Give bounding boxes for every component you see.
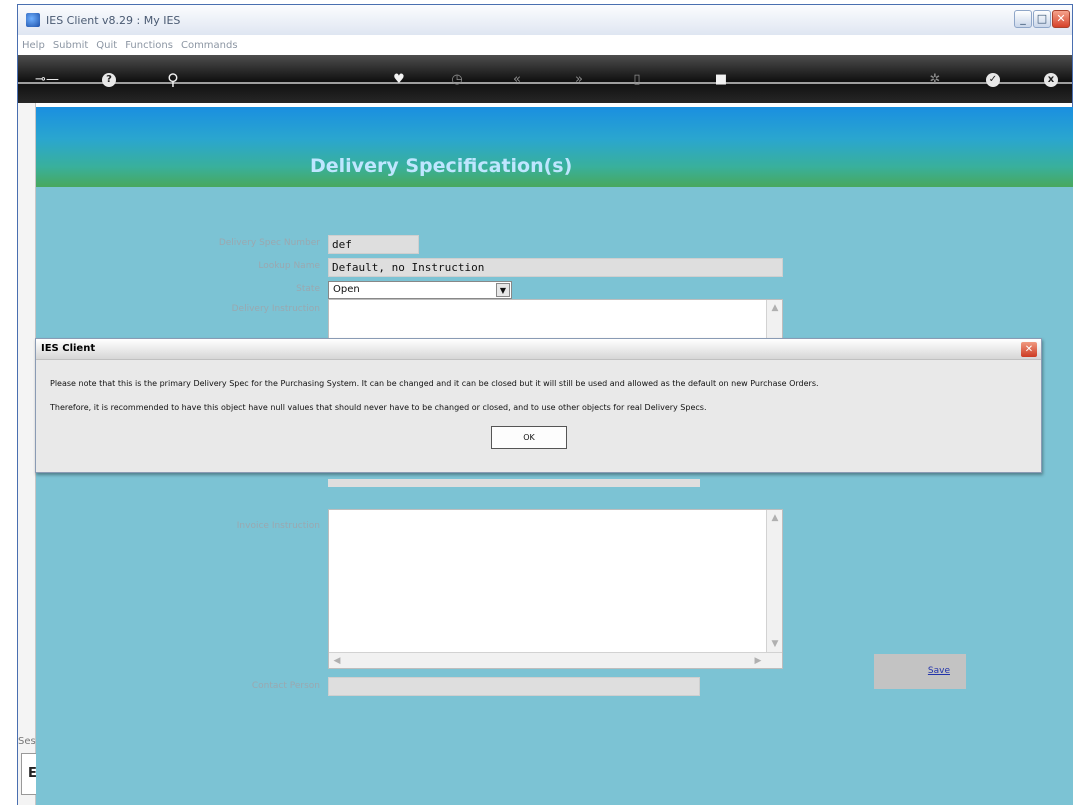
side-panel (18, 103, 36, 805)
dialog-title: IES Client (41, 343, 96, 354)
menu-commands[interactable]: Commands (181, 40, 238, 51)
lookup-name-field[interactable]: Default, no Instruction (328, 258, 783, 277)
invoice-vertical-scrollbar[interactable]: ▲ ▼ (766, 510, 782, 652)
side-label: Ses (18, 736, 36, 747)
dialog-close-button[interactable]: ✕ (1021, 342, 1037, 357)
app-icon (26, 13, 40, 27)
save-button[interactable]: Save (928, 666, 950, 676)
contact-person-field[interactable] (328, 677, 700, 696)
scroll-left-icon[interactable]: ◀ (330, 654, 344, 668)
help-icon[interactable]: ? (94, 68, 124, 92)
stop-icon[interactable]: ■ (706, 68, 736, 92)
check-icon[interactable]: ✓ (978, 68, 1008, 92)
toolbar: ⊸— ? ⚲ ♥ ◷ « » ▯ ■ ✲ ✓ x (18, 55, 1072, 103)
scroll-up-icon[interactable]: ▲ (768, 301, 782, 315)
spec-number-field[interactable]: def (328, 235, 419, 254)
settings-icon[interactable]: ✲ (920, 68, 950, 92)
invoice-instruction-textarea[interactable]: ▲ ▼ ◀ ▶ (328, 509, 783, 669)
contact-person-label: Contact Person (251, 681, 320, 691)
forward-icon[interactable]: » (564, 68, 594, 92)
menu-help[interactable]: Help (22, 40, 45, 51)
side-box[interactable]: E (21, 753, 37, 795)
save-panel: Save (874, 654, 966, 689)
document-icon[interactable]: ▯ (622, 68, 652, 92)
maximize-button[interactable]: □ (1033, 10, 1051, 28)
window-close-button[interactable]: ✕ (1052, 10, 1070, 28)
spec-number-label: Delivery Spec Number (218, 238, 320, 248)
hidden-field[interactable] (328, 479, 700, 487)
key-icon[interactable]: ⊸— (32, 68, 62, 92)
menu-quit[interactable]: Quit (96, 40, 117, 51)
delivery-instruction-label: Delivery Instruction (231, 304, 320, 314)
scroll-up-icon[interactable]: ▲ (768, 511, 782, 525)
chevron-down-icon[interactable]: ▼ (496, 283, 510, 297)
rewind-icon[interactable]: « (502, 68, 532, 92)
clock-icon[interactable]: ◷ (442, 68, 472, 92)
scroll-right-icon[interactable]: ▶ (751, 654, 765, 668)
heart-icon[interactable]: ♥ (384, 68, 414, 92)
search-icon[interactable]: ⚲ (158, 68, 188, 92)
state-label: State (296, 284, 320, 294)
menu-submit[interactable]: Submit (53, 40, 88, 51)
menu-functions[interactable]: Functions (125, 40, 173, 51)
dialog-message-2: Therefore, it is recommended to have thi… (50, 403, 707, 412)
dialog-title-bar: IES Client ✕ (36, 339, 1041, 360)
window-title: IES Client v8.29 : My IES (46, 13, 181, 27)
state-value: Open (333, 284, 360, 295)
dialog-message-1: Please note that this is the primary Del… (50, 379, 819, 388)
invoice-instruction-label: Invoice Instruction (236, 521, 320, 531)
ok-button[interactable]: OK (491, 426, 567, 449)
scroll-down-icon[interactable]: ▼ (768, 637, 782, 651)
title-bar: IES Client v8.29 : My IES _ □ ✕ (18, 5, 1072, 35)
invoice-horizontal-scrollbar[interactable]: ◀ ▶ (329, 652, 782, 668)
minimize-button[interactable]: _ (1014, 10, 1032, 28)
menu-bar: Help Submit Quit Functions Commands (18, 35, 1072, 55)
message-dialog: IES Client ✕ Please note that this is th… (35, 338, 1042, 473)
page-title: Delivery Specification(s) (310, 155, 573, 177)
lookup-name-label: Lookup Name (258, 261, 320, 271)
close-icon[interactable]: x (1036, 68, 1066, 92)
state-select[interactable]: Open ▼ (328, 281, 512, 299)
